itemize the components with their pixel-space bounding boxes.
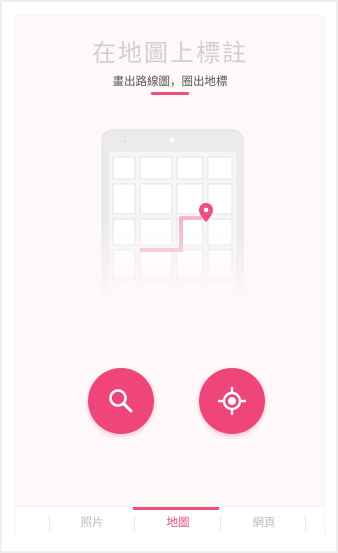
crosshair-icon [217,386,247,416]
tab-divider [305,515,306,531]
tab-photos[interactable]: 照片 [49,507,135,538]
tab-map[interactable]: 地圖 [135,507,221,538]
search-icon [109,389,133,413]
page-subtitle: 畫出路線圖，圈出地標 [112,74,228,88]
search-button[interactable] [88,368,154,434]
phone-map-illustration [100,128,245,303]
title-accent-underline [151,92,189,95]
locate-button[interactable] [199,368,265,434]
tab-web[interactable]: 網頁 [221,507,307,538]
page-title: 在地圖上標註 [92,39,248,67]
bottom-tab-bar: 照片 地圖 網頁 [16,506,324,538]
